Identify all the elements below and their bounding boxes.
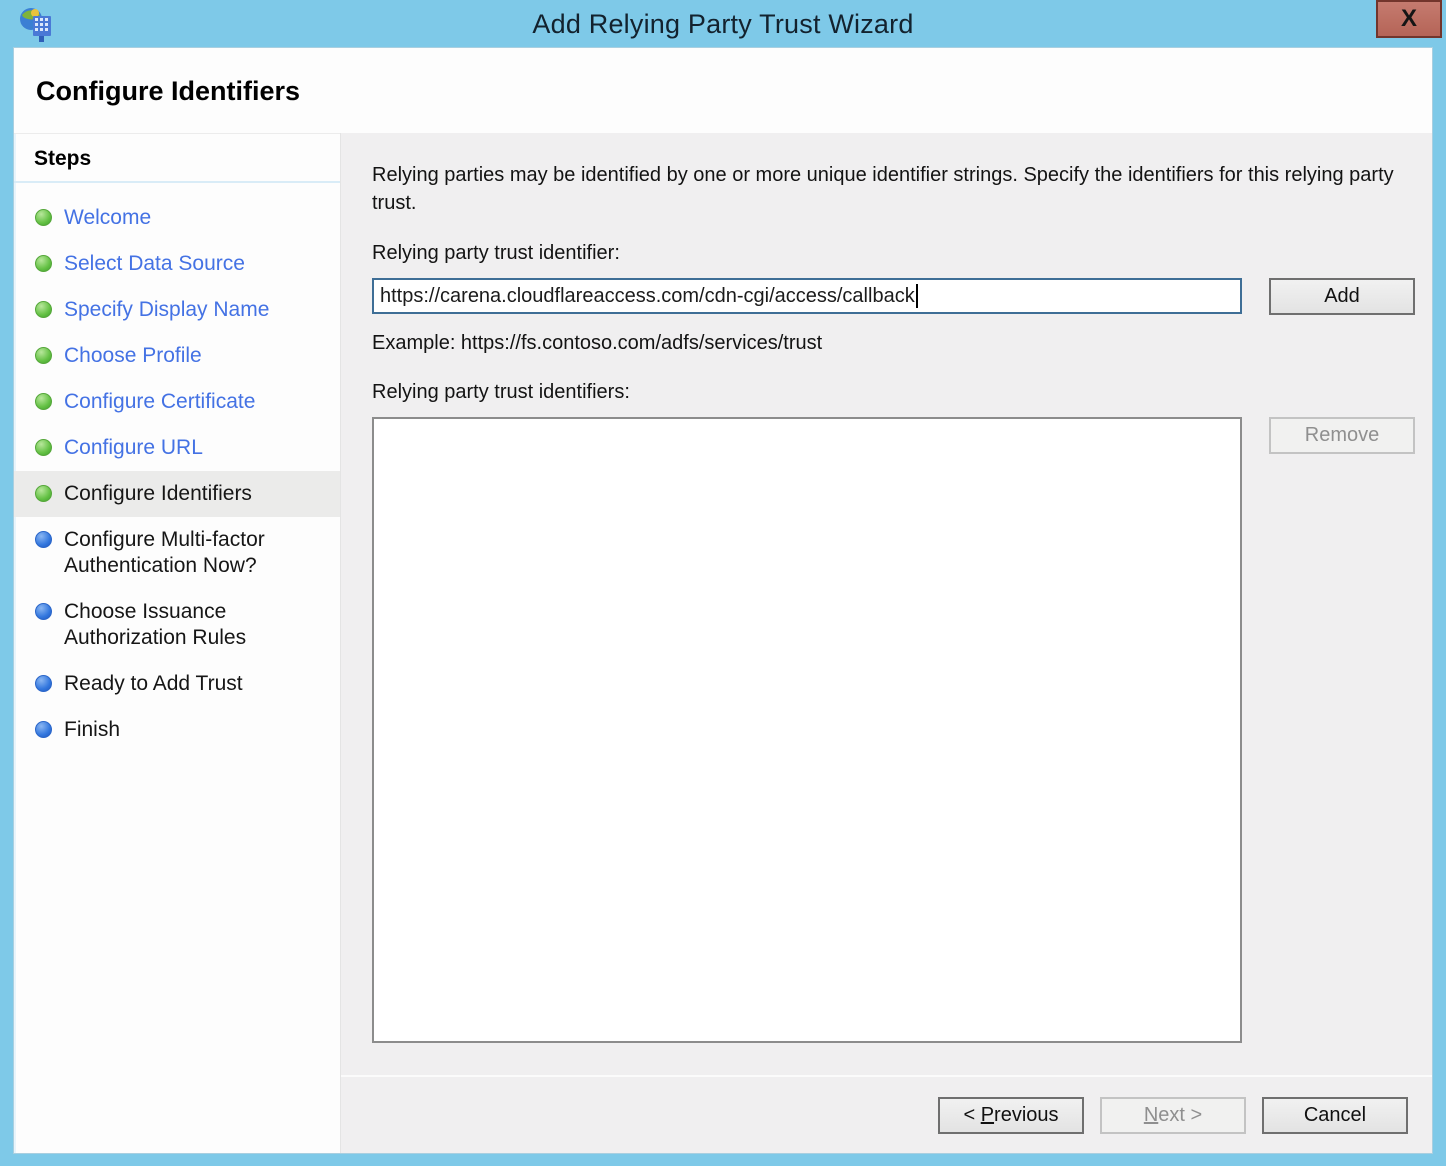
step-item-choose-profile[interactable]: Choose Profile xyxy=(14,333,340,379)
close-button[interactable]: X xyxy=(1376,0,1442,38)
step-item-label: Configure URL xyxy=(64,435,203,461)
main-panel: Relying parties may be identified by one… xyxy=(340,133,1432,1153)
step-item-finish: Finish xyxy=(14,707,340,753)
remove-button[interactable]: Remove xyxy=(1269,417,1415,454)
step-status-dot-icon xyxy=(35,347,52,364)
step-item-welcome[interactable]: Welcome xyxy=(14,195,340,241)
steps-sidebar: Steps Welcome Select Data Source Specify… xyxy=(14,133,340,1153)
identifier-input-value: https://carena.cloudflareaccess.com/cdn-… xyxy=(380,285,915,308)
footer-button-bar: < Previous Next > Cancel xyxy=(341,1075,1432,1153)
step-item-label: Configure Certificate xyxy=(64,389,255,415)
relying-party-identifier-input[interactable]: https://carena.cloudflareaccess.com/cdn-… xyxy=(372,278,1242,314)
step-item-ready-to-add-trust: Ready to Add Trust xyxy=(14,661,340,707)
step-item-configure-multi-factor-authentication-now: Configure Multi-factor Authentication No… xyxy=(14,517,340,589)
identifiers-listbox[interactable] xyxy=(372,417,1242,1043)
steps-heading: Steps xyxy=(14,134,340,183)
identifiers-list-label: Relying party trust identifiers: xyxy=(372,381,1413,404)
title-bar: Add Relying Party Trust Wizard X xyxy=(0,0,1446,48)
steps-list: Welcome Select Data Source Specify Displ… xyxy=(14,183,340,753)
example-text: Example: https://fs.contoso.com/adfs/ser… xyxy=(372,332,1413,355)
step-status-dot-icon xyxy=(35,531,52,548)
description-text: Relying parties may be identified by one… xyxy=(372,161,1402,217)
step-item-label: Ready to Add Trust xyxy=(64,671,243,697)
step-item-label: Configure Identifiers xyxy=(64,481,252,507)
step-item-configure-certificate[interactable]: Configure Certificate xyxy=(14,379,340,425)
step-status-dot-icon xyxy=(35,485,52,502)
step-status-dot-icon xyxy=(35,675,52,692)
step-item-label: Specify Display Name xyxy=(64,297,269,323)
step-item-label: Welcome xyxy=(64,205,151,231)
step-status-dot-icon xyxy=(35,439,52,456)
cancel-button[interactable]: Cancel xyxy=(1262,1097,1408,1134)
text-caret xyxy=(916,284,918,308)
window-title: Add Relying Party Trust Wizard xyxy=(0,9,1446,40)
add-button[interactable]: Add xyxy=(1269,278,1415,315)
step-item-choose-issuance-authorization-rules: Choose Issuance Authorization Rules xyxy=(14,589,340,661)
step-item-label: Choose Issuance Authorization Rules xyxy=(64,599,326,651)
step-status-dot-icon xyxy=(35,603,52,620)
step-item-configure-identifiers: Configure Identifiers xyxy=(14,471,340,517)
step-status-dot-icon xyxy=(35,255,52,272)
step-item-label: Finish xyxy=(64,717,120,743)
page-title: Configure Identifiers xyxy=(36,76,1432,107)
step-status-dot-icon xyxy=(35,301,52,318)
adfs-app-icon xyxy=(16,6,56,46)
step-item-label: Configure Multi-factor Authentication No… xyxy=(64,527,326,579)
next-button[interactable]: Next > xyxy=(1100,1097,1246,1134)
wizard-window: Configure Identifiers Steps Welcome Sele… xyxy=(14,48,1432,1153)
step-status-dot-icon xyxy=(35,393,52,410)
step-status-dot-icon xyxy=(35,209,52,226)
step-item-configure-url[interactable]: Configure URL xyxy=(14,425,340,471)
previous-button[interactable]: < Previous xyxy=(938,1097,1084,1134)
page-header: Configure Identifiers xyxy=(14,48,1432,133)
step-item-label: Choose Profile xyxy=(64,343,202,369)
step-item-select-data-source[interactable]: Select Data Source xyxy=(14,241,340,287)
step-item-label: Select Data Source xyxy=(64,251,245,277)
step-item-specify-display-name[interactable]: Specify Display Name xyxy=(14,287,340,333)
identifier-field-label: Relying party trust identifier: xyxy=(372,242,1413,265)
step-status-dot-icon xyxy=(35,721,52,738)
